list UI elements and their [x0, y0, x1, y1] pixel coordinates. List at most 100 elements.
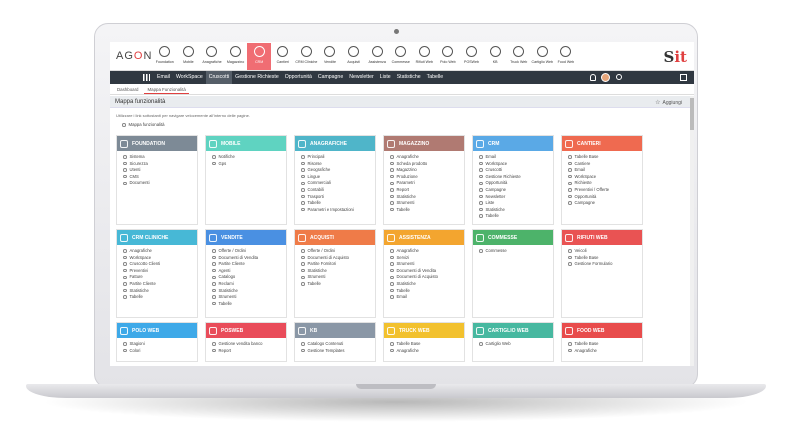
card-link[interactable]: Sicurezza: [123, 161, 191, 168]
card-link[interactable]: Preventivi: [123, 268, 191, 275]
nav-item-cruscotti[interactable]: Cruscotti: [205, 71, 233, 84]
card-link[interactable]: Anagrafiche: [568, 348, 636, 355]
card-link[interactable]: Newsletter: [479, 194, 547, 201]
card-link[interactable]: Statistiche: [390, 281, 458, 288]
card-link[interactable]: Report: [390, 187, 458, 194]
card-link[interactable]: Geografiche: [301, 167, 369, 174]
module-food-web[interactable]: Food Web: [554, 43, 578, 70]
module-assistenza[interactable]: Assistenza: [365, 43, 389, 70]
nav-item-workspace[interactable]: WorkSpace: [173, 71, 206, 84]
card-link[interactable]: Magazzino: [390, 167, 458, 174]
card-link[interactable]: Campagne: [568, 200, 636, 207]
nav-item-newsletter[interactable]: Newsletter: [346, 71, 377, 84]
card-link[interactable]: Tabelle Base: [390, 341, 458, 348]
card-link[interactable]: Anagrafiche: [390, 348, 458, 355]
card-link[interactable]: Cantiere: [568, 161, 636, 168]
module-truck-web[interactable]: Truck Web: [507, 43, 531, 70]
card-link[interactable]: Tabelle: [301, 281, 369, 288]
card-link[interactable]: Cruscotti: [479, 167, 547, 174]
card-link[interactable]: Agenti: [212, 268, 280, 275]
card-header[interactable]: CANTIERI: [562, 136, 642, 151]
card-link[interactable]: Commerciali: [301, 180, 369, 187]
card-link[interactable]: Cartiglio Web: [479, 341, 547, 348]
nav-item-statistiche[interactable]: Statistiche: [394, 71, 424, 84]
card-link[interactable]: Gestione Richieste: [479, 174, 547, 181]
card-header[interactable]: RIFIUTI WEB: [562, 230, 642, 245]
card-link[interactable]: Tabelle Base: [568, 154, 636, 161]
card-header[interactable]: ASSISTENZA: [384, 230, 464, 245]
nav-item-opportunità[interactable]: Opportunità: [282, 71, 315, 84]
card-link[interactable]: Statistiche: [212, 288, 280, 295]
card-header[interactable]: POLO WEB: [117, 323, 197, 338]
card-link[interactable]: Fatture: [123, 274, 191, 281]
tab-dashboard[interactable]: Dashboard: [114, 84, 141, 94]
card-link[interactable]: Gestione Templates: [301, 348, 369, 355]
card-header[interactable]: ANAGRAFICHE: [295, 136, 375, 151]
card-header[interactable]: COMMESSE: [473, 230, 553, 245]
card-header[interactable]: MAGAZZINO: [384, 136, 464, 151]
map-link[interactable]: Mappa funzionalità: [122, 122, 165, 127]
card-header[interactable]: KB: [295, 323, 375, 338]
module-magazzino[interactable]: Magazzino: [224, 43, 248, 70]
card-link[interactable]: Parametri: [390, 180, 458, 187]
logout-icon[interactable]: [680, 74, 687, 81]
card-header[interactable]: CARTIGLIO WEB: [473, 323, 553, 338]
nav-item-email[interactable]: Email: [154, 71, 173, 84]
search-icon[interactable]: [616, 74, 622, 80]
bell-icon[interactable]: [590, 74, 596, 81]
card-link[interactable]: Produzione: [390, 174, 458, 181]
card-link[interactable]: Email: [568, 167, 636, 174]
card-link[interactable]: Statistiche: [123, 288, 191, 295]
agon-logo[interactable]: AGON: [116, 50, 152, 62]
card-link[interactable]: WorkSpace: [568, 174, 636, 181]
card-link[interactable]: Strumenti: [212, 294, 280, 301]
card-link[interactable]: Liste: [479, 200, 547, 207]
module-rifiuti-web[interactable]: Rifiuti Web: [413, 43, 437, 70]
card-header[interactable]: CRM: [473, 136, 553, 151]
card-link[interactable]: Campagne: [479, 187, 547, 194]
card-link[interactable]: Tabelle Base: [568, 341, 636, 348]
card-link[interactable]: Opportunità: [479, 180, 547, 187]
card-link[interactable]: Email: [479, 154, 547, 161]
card-link[interactable]: Catalogo: [212, 274, 280, 281]
module-commesse[interactable]: Commesse: [389, 43, 413, 70]
card-link[interactable]: CMS: [123, 174, 191, 181]
card-header[interactable]: MOBILE: [206, 136, 286, 151]
card-link[interactable]: Documenti: [123, 180, 191, 187]
card-link[interactable]: Colori: [123, 348, 191, 355]
card-link[interactable]: Lingue: [301, 174, 369, 181]
module-polo-web[interactable]: Polo Web: [436, 43, 460, 70]
card-link[interactable]: Documenti di Acquisto: [301, 255, 369, 262]
card-link[interactable]: Preventivi / Offerte: [568, 187, 636, 194]
card-link[interactable]: Documenti di Acquisto: [390, 274, 458, 281]
card-link[interactable]: Servizi: [390, 255, 458, 262]
card-link[interactable]: Parametri e Impostazioni: [301, 207, 369, 214]
card-link[interactable]: Partite Cliente: [212, 261, 280, 268]
card-header[interactable]: FOUNDATION: [117, 136, 197, 151]
card-header[interactable]: CRM CLINICHE: [117, 230, 197, 245]
tab-mappa-funzionalità[interactable]: Mappa Funzionalità: [144, 84, 189, 94]
card-link[interactable]: Veicoli: [568, 248, 636, 255]
scrollbar-thumb[interactable]: [690, 98, 694, 130]
nav-item-liste[interactable]: Liste: [377, 71, 394, 84]
card-link[interactable]: Anagrafiche: [390, 248, 458, 255]
module-crm-cliniche[interactable]: CRM Cliniche: [295, 43, 319, 70]
card-link[interactable]: Anagrafiche: [123, 248, 191, 255]
card-link[interactable]: Statistiche: [301, 268, 369, 275]
card-link[interactable]: Opportunità: [568, 194, 636, 201]
card-link[interactable]: Richieste: [568, 180, 636, 187]
scrollbar[interactable]: [690, 96, 694, 366]
card-link[interactable]: Tabelle: [301, 200, 369, 207]
module-crm[interactable]: CRM: [247, 43, 271, 70]
module-vendite[interactable]: Vendite: [318, 43, 342, 70]
card-link[interactable]: Report: [212, 348, 280, 355]
card-link[interactable]: Principali: [301, 154, 369, 161]
nav-item-tabelle[interactable]: Tabelle: [424, 71, 446, 84]
card-link[interactable]: Reclami: [212, 281, 280, 288]
card-link[interactable]: Notifiche: [212, 154, 280, 161]
nav-item-campagne[interactable]: Campagne: [315, 71, 346, 84]
apps-grid-icon[interactable]: [143, 74, 150, 81]
card-link[interactable]: WorkSpace: [479, 161, 547, 168]
card-header[interactable]: VENDITE: [206, 230, 286, 245]
card-link[interactable]: Strumenti: [390, 200, 458, 207]
